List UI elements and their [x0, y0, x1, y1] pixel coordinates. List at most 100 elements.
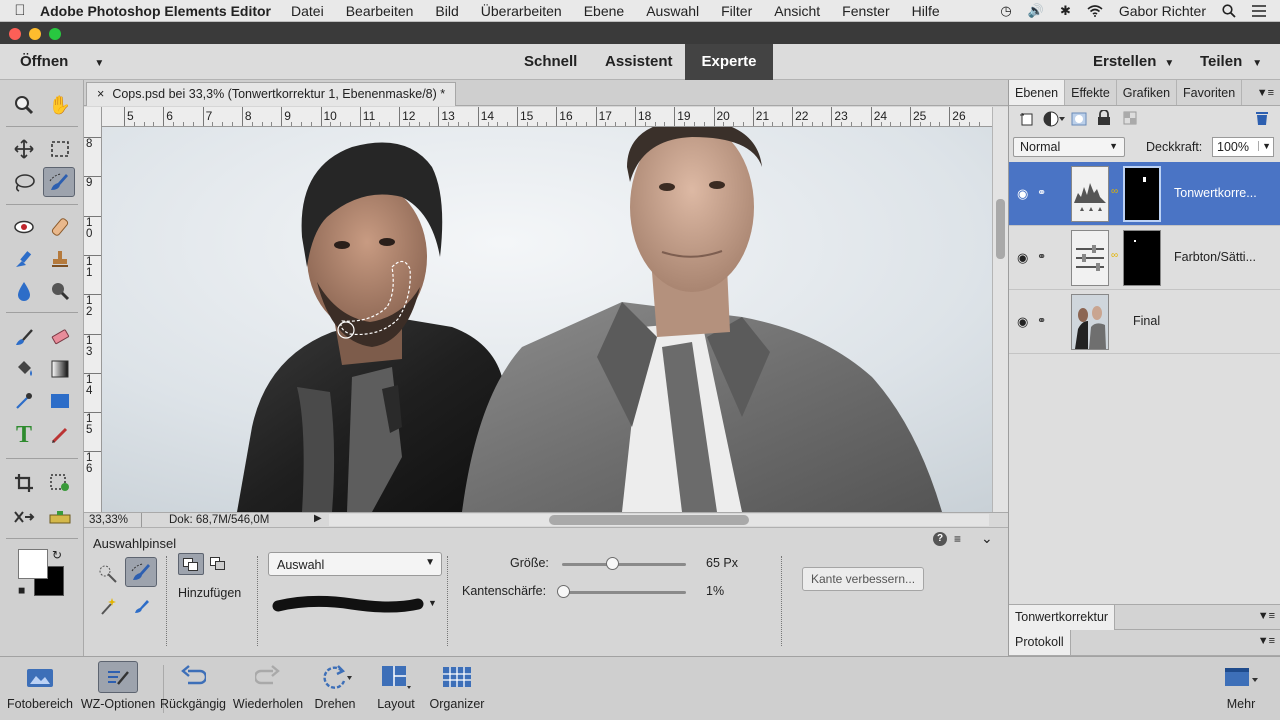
layer-row-final[interactable]: ◉ ⚭ Final: [1009, 290, 1280, 354]
zoom-level[interactable]: 33,33%: [89, 514, 128, 526]
layer-name[interactable]: Final: [1133, 314, 1160, 328]
selection-brush-tool-icon[interactable]: [43, 167, 75, 197]
add-layer-mask-icon[interactable]: [1071, 111, 1087, 130]
apple-icon[interactable]: : [0, 2, 40, 19]
help-icon[interactable]: ?: [933, 532, 947, 546]
tool-options-button[interactable]: WZ-Optionen: [78, 657, 158, 720]
app-name[interactable]: Adobe Photoshop Elements Editor: [40, 3, 271, 19]
hardness-slider-knob[interactable]: [557, 585, 571, 598]
more-button[interactable]: Mehr: [1214, 657, 1268, 720]
subpanel-protokoll[interactable]: Protokoll ▼≡: [1009, 630, 1280, 656]
time-machine-icon[interactable]: ◷: [1000, 3, 1011, 19]
selection-brush-option-icon[interactable]: [125, 557, 157, 587]
lock-all-icon[interactable]: [1097, 109, 1111, 129]
blur-tool-icon[interactable]: [8, 276, 40, 306]
default-colors-icon[interactable]: ◼: [18, 585, 25, 596]
tab-grafiken[interactable]: Grafiken: [1117, 80, 1178, 105]
sponge-tool-icon[interactable]: [44, 276, 76, 306]
panel-menu-icon[interactable]: ▼≡: [1251, 80, 1280, 105]
status-menu-arrow-icon[interactable]: ▶: [314, 513, 322, 524]
type-tool-icon[interactable]: T: [8, 420, 40, 450]
selection-mode-dropdown[interactable]: Auswahl ▼: [268, 552, 442, 576]
image-canvas[interactable]: [102, 127, 992, 512]
gradient-tool-icon[interactable]: [44, 354, 76, 384]
quick-selection-tool-icon[interactable]: [94, 560, 122, 588]
layer-mask-thumbnail[interactable]: [1123, 230, 1161, 286]
horizontal-scroll-thumb[interactable]: [549, 515, 749, 525]
maximize-window-button[interactable]: [49, 28, 61, 40]
menu-datei[interactable]: Datei: [291, 3, 324, 19]
menu-fenster[interactable]: Fenster: [842, 3, 889, 19]
layer-name[interactable]: Tonwertkorre...: [1174, 186, 1257, 200]
close-document-icon[interactable]: ×: [97, 87, 104, 101]
size-slider-knob[interactable]: [605, 557, 619, 570]
menu-hilfe[interactable]: Hilfe: [912, 3, 940, 19]
menu-bild[interactable]: Bild: [435, 3, 458, 19]
refine-edge-button[interactable]: Kante verbessern...: [802, 567, 924, 591]
hand-tool-icon[interactable]: ✋: [44, 90, 76, 120]
subtract-from-selection-mode-icon[interactable]: [206, 553, 232, 575]
menu-filter[interactable]: Filter: [721, 3, 752, 19]
photo-two-men[interactable]: [102, 127, 992, 512]
eraser-tool-icon[interactable]: [44, 322, 76, 352]
vertical-scrollbar[interactable]: [992, 107, 1008, 512]
opacity-input[interactable]: 100% ▼: [1212, 137, 1274, 157]
layout-button[interactable]: Layout: [370, 657, 422, 720]
lock-transparency-icon[interactable]: [1123, 111, 1141, 130]
shape-tool-icon[interactable]: [44, 386, 76, 416]
mode-experte[interactable]: Experte: [685, 44, 773, 80]
blend-mode-dropdown[interactable]: Normal ▼: [1013, 137, 1125, 157]
layer-link-icon[interactable]: ⚭: [1037, 314, 1046, 327]
eyedropper-tool-icon[interactable]: [8, 386, 40, 416]
close-window-button[interactable]: [9, 28, 21, 40]
layer-mask-thumbnail[interactable]: [1123, 166, 1161, 222]
zoom-tool-icon[interactable]: [8, 90, 40, 120]
marquee-tool-icon[interactable]: [44, 134, 76, 164]
wifi-icon[interactable]: [1087, 4, 1103, 17]
pencil-tool-icon[interactable]: [44, 420, 76, 450]
layer-row-tonwertkorrektur[interactable]: ◉ ⚭ ∞ Tonwertkorre...: [1009, 162, 1280, 226]
subpanel-tonwertkorrektur[interactable]: Tonwertkorrektur ▼≡: [1009, 604, 1280, 630]
bluetooth-icon[interactable]: ✱: [1060, 3, 1071, 19]
document-tab[interactable]: × Cops.psd bei 33,3% (Tonwertkorrektur 1,…: [86, 82, 457, 106]
layer-name[interactable]: Farbton/Sätti...: [1174, 250, 1256, 264]
subpanel-menu-icon[interactable]: ▼≡: [1258, 635, 1275, 647]
layer-link-icon[interactable]: ⚭: [1037, 250, 1046, 263]
magic-wand-tool-icon[interactable]: [94, 592, 122, 620]
notification-center-icon[interactable]: [1252, 4, 1266, 17]
new-layer-icon[interactable]: [1019, 111, 1035, 130]
hardness-slider-track[interactable]: [562, 591, 686, 594]
mode-schnell[interactable]: Schnell: [508, 44, 593, 80]
collapse-options-icon[interactable]: ⌄: [981, 530, 993, 547]
organizer-button[interactable]: Organizer: [424, 657, 490, 720]
size-slider-track[interactable]: [562, 563, 686, 566]
paint-bucket-tool-icon[interactable]: [8, 354, 40, 384]
tab-favoriten[interactable]: Favoriten: [1177, 80, 1243, 105]
layer-row-farbton-saettigung[interactable]: ◉ ⚭ ∞ Farbton/Sätti...: [1009, 226, 1280, 290]
photo-bin-button[interactable]: Fotobereich: [4, 657, 76, 720]
user-name[interactable]: Gabor Richter: [1119, 3, 1206, 19]
tab-ebenen[interactable]: Ebenen: [1009, 80, 1066, 105]
spotlight-search-icon[interactable]: [1222, 3, 1236, 18]
delete-layer-icon[interactable]: [1255, 110, 1269, 129]
menu-ueberarbeiten[interactable]: Überarbeiten: [481, 3, 562, 19]
volume-icon[interactable]: 🔊: [1028, 3, 1044, 19]
redo-button[interactable]: Wiederholen: [230, 657, 306, 720]
rotate-button[interactable]: Drehen: [306, 657, 364, 720]
foreground-color-swatch[interactable]: [18, 549, 48, 579]
horizontal-scrollbar[interactable]: [329, 514, 989, 526]
tab-effekte[interactable]: Effekte: [1065, 80, 1117, 105]
vertical-scroll-thumb[interactable]: [996, 199, 1005, 259]
size-value[interactable]: 65 Px: [706, 556, 738, 570]
layer-visibility-eye-icon[interactable]: ◉: [1017, 186, 1028, 202]
open-button[interactable]: Öffnen ▼: [20, 53, 104, 70]
menu-ebene[interactable]: Ebene: [584, 3, 624, 19]
smart-brush-tool-icon[interactable]: [8, 244, 40, 274]
subpanel-menu-icon[interactable]: ▼≡: [1258, 610, 1275, 622]
minimize-window-button[interactable]: [29, 28, 41, 40]
brush-tool-icon[interactable]: [8, 322, 40, 352]
brush-preset-picker[interactable]: ▼: [272, 592, 442, 618]
swap-colors-icon[interactable]: ↻: [52, 548, 62, 562]
spot-healing-tool-icon[interactable]: [44, 212, 76, 242]
red-eye-tool-icon[interactable]: [8, 212, 40, 242]
